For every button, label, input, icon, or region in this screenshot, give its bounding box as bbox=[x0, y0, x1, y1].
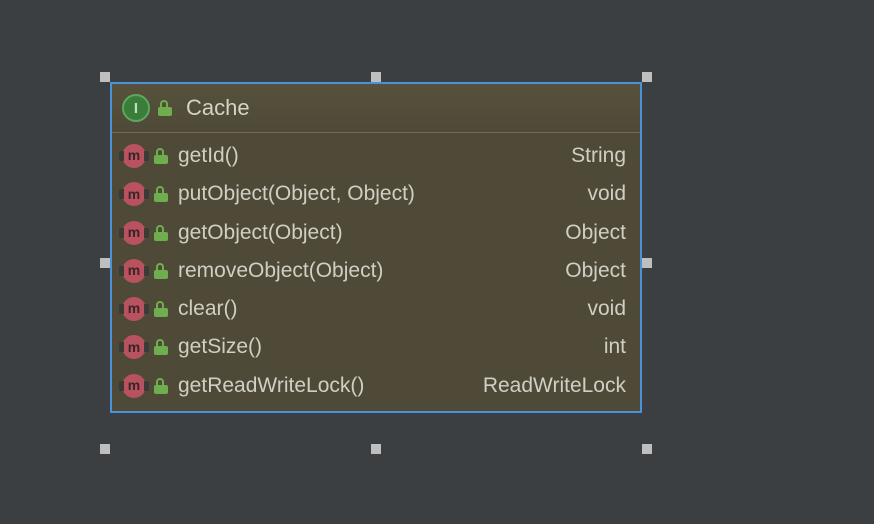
method-icon: m bbox=[122, 144, 146, 168]
lock-icon bbox=[154, 378, 168, 394]
resize-handle-s[interactable] bbox=[371, 444, 381, 454]
method-signature: getObject(Object) bbox=[178, 220, 551, 246]
method-icon: m bbox=[122, 182, 146, 206]
lock-icon bbox=[154, 225, 168, 241]
class-node-cache[interactable]: I Cache m getId() String m putObject(Object,… bbox=[110, 82, 642, 413]
method-signature: getSize() bbox=[178, 334, 590, 360]
resize-handle-ne[interactable] bbox=[642, 72, 652, 82]
method-signature: clear() bbox=[178, 296, 573, 322]
method-row[interactable]: m putObject(Object, Object) void bbox=[112, 175, 640, 213]
method-return-type: ReadWriteLock bbox=[483, 373, 626, 399]
method-icon: m bbox=[122, 259, 146, 283]
method-icon: m bbox=[122, 297, 146, 321]
resize-handle-sw[interactable] bbox=[100, 444, 110, 454]
method-return-type: int bbox=[604, 334, 626, 360]
resize-handle-n[interactable] bbox=[371, 72, 381, 82]
method-row[interactable]: m getId() String bbox=[112, 137, 640, 175]
lock-icon bbox=[154, 301, 168, 317]
method-return-type: String bbox=[571, 143, 626, 169]
method-row[interactable]: m getSize() int bbox=[112, 328, 640, 366]
method-row[interactable]: m getObject(Object) Object bbox=[112, 214, 640, 252]
method-signature: removeObject(Object) bbox=[178, 258, 551, 284]
method-icon: m bbox=[122, 374, 146, 398]
method-row[interactable]: m removeObject(Object) Object bbox=[112, 252, 640, 290]
lock-icon bbox=[154, 339, 168, 355]
lock-icon bbox=[154, 148, 168, 164]
resize-handle-w[interactable] bbox=[100, 258, 110, 268]
method-return-type: Object bbox=[565, 220, 626, 246]
lock-icon bbox=[154, 186, 168, 202]
method-list: m getId() String m putObject(Object, Object)… bbox=[112, 133, 640, 411]
method-row[interactable]: m clear() void bbox=[112, 290, 640, 328]
method-row[interactable]: m getReadWriteLock() ReadWriteLock bbox=[112, 367, 640, 405]
resize-handle-nw[interactable] bbox=[100, 72, 110, 82]
method-signature: putObject(Object, Object) bbox=[178, 181, 573, 207]
method-return-type: void bbox=[587, 296, 626, 322]
method-signature: getReadWriteLock() bbox=[178, 373, 469, 399]
lock-icon bbox=[154, 263, 168, 279]
lock-icon bbox=[158, 100, 172, 116]
method-icon: m bbox=[122, 221, 146, 245]
class-header: I Cache bbox=[112, 84, 640, 133]
resize-handle-e[interactable] bbox=[642, 258, 652, 268]
method-signature: getId() bbox=[178, 143, 557, 169]
interface-icon: I bbox=[122, 94, 150, 122]
method-return-type: Object bbox=[565, 258, 626, 284]
diagram-canvas[interactable]: I Cache m getId() String m putObject(Object,… bbox=[0, 0, 874, 524]
resize-handle-se[interactable] bbox=[642, 444, 652, 454]
method-icon: m bbox=[122, 335, 146, 359]
method-return-type: void bbox=[587, 181, 626, 207]
class-name: Cache bbox=[186, 95, 250, 121]
